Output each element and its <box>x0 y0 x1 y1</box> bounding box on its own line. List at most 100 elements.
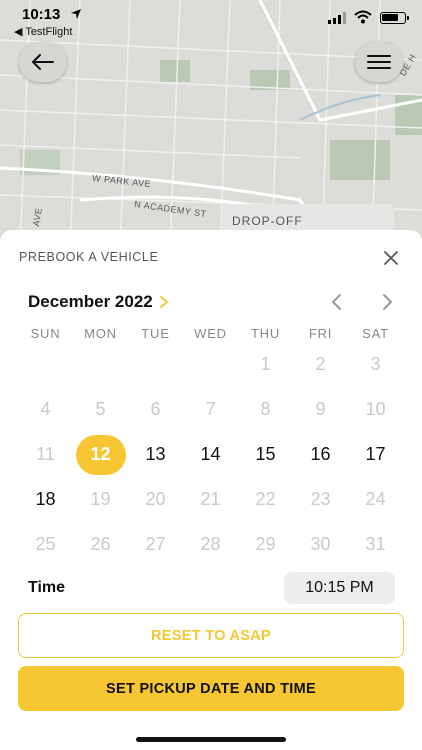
location-arrow-icon <box>71 9 81 19</box>
calendar-day-label: 7 <box>205 399 216 419</box>
back-to-testflight[interactable]: ◀ TestFlight <box>14 25 72 38</box>
sheet-title: PREBOOK A VEHICLE <box>19 250 159 264</box>
weekday-label: THU <box>250 326 281 341</box>
calendar-day: 29 <box>238 522 293 567</box>
chevron-right-icon <box>159 296 168 308</box>
calendar-day-label: 22 <box>255 489 276 509</box>
time-label: Time <box>28 579 66 596</box>
calendar-day: 30 <box>293 522 348 567</box>
month-label: December 2022 <box>28 292 153 311</box>
calendar-day-label: 16 <box>310 444 331 464</box>
calendar-day: 23 <box>293 477 348 522</box>
calendar-day-label: 28 <box>200 534 221 554</box>
status-time: 10:13 <box>22 6 61 23</box>
calendar-day: 4 <box>18 387 73 432</box>
calendar-day-selected[interactable]: 12 <box>73 432 128 477</box>
dropoff-label: DROP-OFF <box>232 214 303 228</box>
calendar-day-label: 31 <box>365 534 386 554</box>
prebook-sheet: PREBOOK A VEHICLE December 2022 SUN MON … <box>0 230 422 750</box>
calendar-day: 2 <box>293 342 348 387</box>
menu-button[interactable] <box>355 42 403 82</box>
calendar-day-label: 20 <box>145 489 166 509</box>
status-bar: 10:13 ◀ TestFlight <box>0 0 422 42</box>
back-button[interactable] <box>19 42 67 82</box>
calendar-day-label: 3 <box>370 354 381 374</box>
reset-asap-button[interactable]: RESET TO ASAP <box>18 613 404 658</box>
weekday-label: FRI <box>308 326 333 341</box>
calendar-day-label: 13 <box>145 444 166 464</box>
calendar-day-label: 29 <box>255 534 276 554</box>
calendar-day: 28 <box>183 522 238 567</box>
calendar-day: 10 <box>348 387 403 432</box>
chevron-right-icon[interactable] <box>377 292 397 312</box>
calendar-day: 20 <box>128 477 183 522</box>
calendar-day[interactable]: 15 <box>238 432 293 477</box>
calendar-day: 9 <box>293 387 348 432</box>
battery-icon <box>380 12 409 24</box>
calendar-day: 8 <box>238 387 293 432</box>
calendar-day-label: 8 <box>260 399 271 419</box>
calendar-day-label: 11 <box>36 444 55 464</box>
calendar-day-label: 17 <box>365 444 386 464</box>
calendar-day-label: 30 <box>310 534 331 554</box>
calendar-day-label: 18 <box>35 489 56 509</box>
calendar-day-label: 25 <box>35 534 56 554</box>
back-arrow-icon <box>32 54 54 70</box>
calendar-day: 24 <box>348 477 403 522</box>
time-picker[interactable]: 10:15 PM <box>284 572 395 604</box>
calendar-day-label: 6 <box>150 399 161 419</box>
calendar-day: 31 <box>348 522 403 567</box>
close-icon[interactable] <box>380 247 402 269</box>
calendar-empty-cell <box>73 342 128 387</box>
calendar-day-label: 27 <box>145 534 166 554</box>
calendar-day: 22 <box>238 477 293 522</box>
calendar-day-label: 21 <box>200 489 221 509</box>
calendar-grid: 1 2 3 4 5 6 7 8 9 10 11 12 13 14 15 16 17 18 19 20 21 22 23 24 2… <box>18 342 404 567</box>
calendar-day-label: 19 <box>90 489 111 509</box>
calendar-day-label: 14 <box>200 444 221 464</box>
chevron-left-icon[interactable] <box>327 292 347 312</box>
calendar-day-label: 5 <box>95 399 106 419</box>
weekday-label: TUE <box>141 326 170 341</box>
calendar-day-label: 24 <box>365 489 386 509</box>
calendar-day: 26 <box>73 522 128 567</box>
weekday-label: SUN <box>30 326 61 341</box>
calendar-day-label: 23 <box>310 489 331 509</box>
hamburger-menu-icon <box>367 55 391 69</box>
calendar-day[interactable]: 18 <box>18 477 73 522</box>
calendar-day: 6 <box>128 387 183 432</box>
calendar-day: 27 <box>128 522 183 567</box>
calendar-day-label: 1 <box>260 354 271 374</box>
calendar-day: 19 <box>73 477 128 522</box>
calendar-day[interactable]: 14 <box>183 432 238 477</box>
calendar-day-label: 26 <box>90 534 111 554</box>
calendar-day: 7 <box>183 387 238 432</box>
calendar-day: 3 <box>348 342 403 387</box>
calendar-day-label: 15 <box>255 444 276 464</box>
month-selector[interactable]: December 2022 <box>28 292 169 312</box>
calendar-day[interactable]: 13 <box>128 432 183 477</box>
calendar-empty-cell <box>183 342 238 387</box>
calendar-day: 11 <box>18 432 73 477</box>
signal-icon <box>328 12 346 24</box>
set-pickup-button[interactable]: SET PICKUP DATE AND TIME <box>18 666 404 711</box>
calendar-day-label: 12 <box>75 434 126 475</box>
weekday-label: MON <box>84 326 117 341</box>
calendar-day-label: 2 <box>315 354 326 374</box>
wifi-icon <box>354 10 372 24</box>
calendar-day: 1 <box>238 342 293 387</box>
weekday-label: SAT <box>362 326 389 341</box>
calendar-day-label: 4 <box>40 399 51 419</box>
calendar-day[interactable]: 16 <box>293 432 348 477</box>
weekday-label: WED <box>194 326 227 341</box>
calendar-day: 5 <box>73 387 128 432</box>
home-indicator <box>136 737 286 742</box>
calendar-day-label: 9 <box>315 399 326 419</box>
calendar-day: 21 <box>183 477 238 522</box>
calendar-day[interactable]: 17 <box>348 432 403 477</box>
weekday-header: SUN MON TUE WED THU FRI SAT <box>18 326 404 341</box>
calendar-empty-cell <box>18 342 73 387</box>
calendar-day: 25 <box>18 522 73 567</box>
calendar-empty-cell <box>128 342 183 387</box>
calendar-day-label: 10 <box>365 399 386 419</box>
